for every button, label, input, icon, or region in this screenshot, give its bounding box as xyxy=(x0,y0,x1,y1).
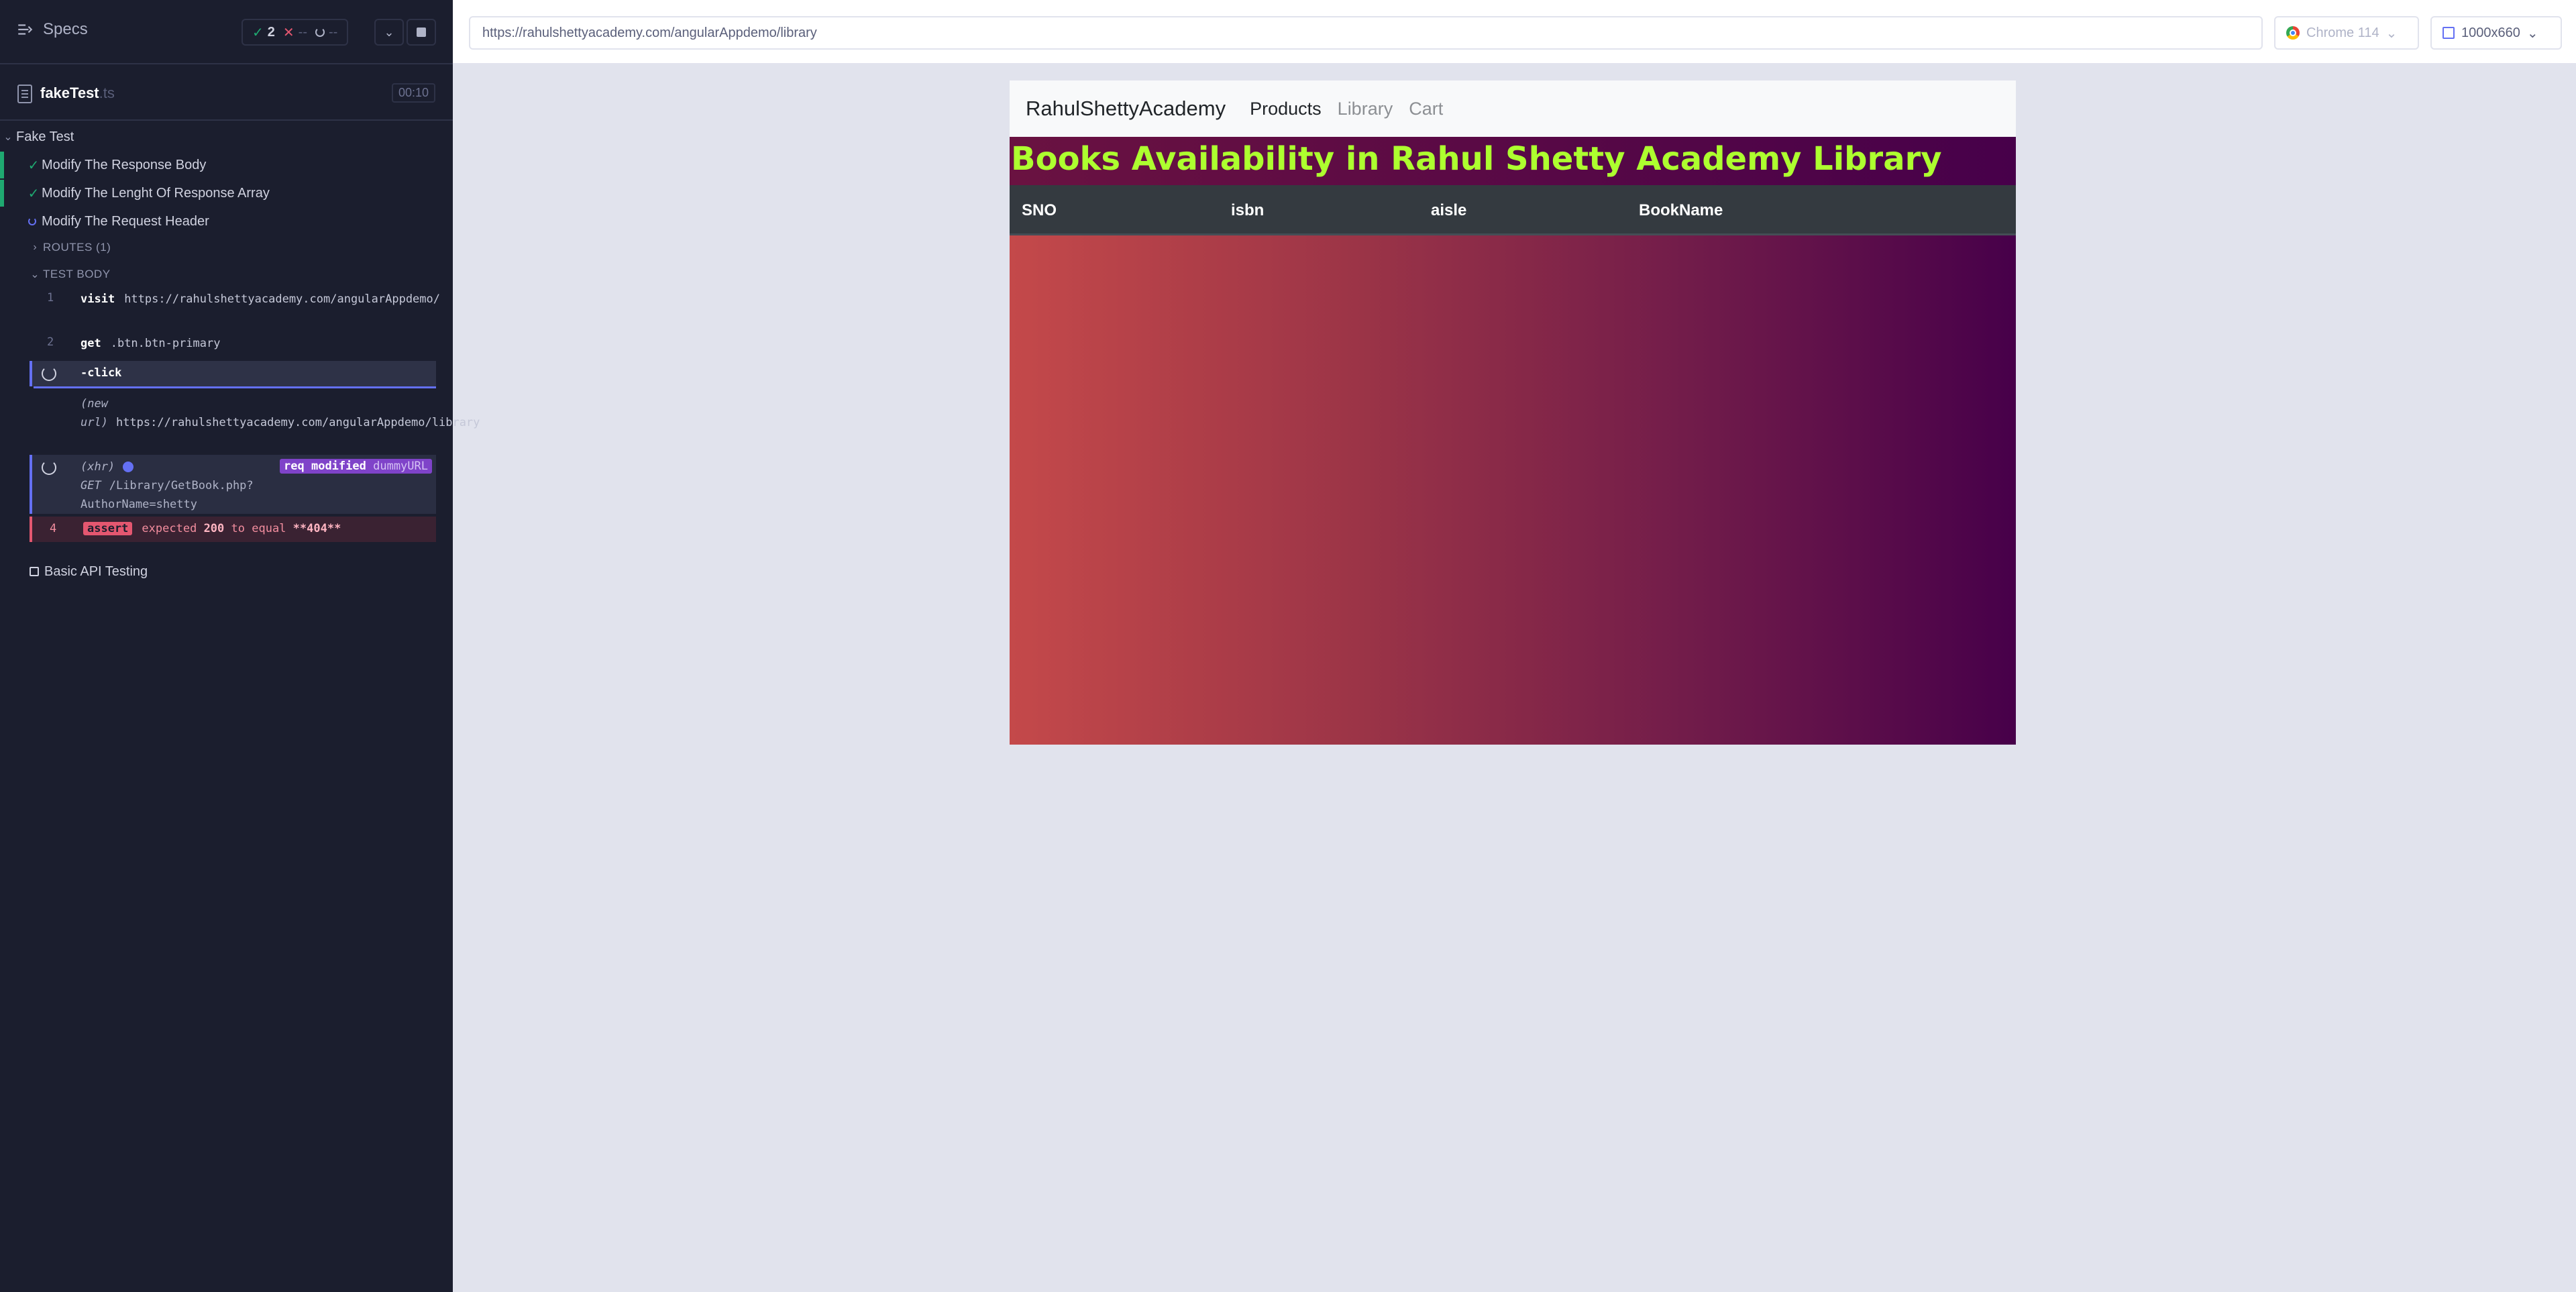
pending-spinner-icon xyxy=(315,28,325,37)
options-dropdown-button[interactable]: ⌄ xyxy=(374,19,404,46)
request-status-dot-icon xyxy=(123,462,134,472)
chevron-down-icon: ⌄ xyxy=(3,131,13,143)
column-header-isbn: isbn xyxy=(1231,201,1265,219)
stop-icon xyxy=(417,28,426,37)
test-stats: ✓ 2 ✕ -- -- xyxy=(241,19,349,46)
not-run-icon xyxy=(30,567,39,576)
chrome-icon xyxy=(2286,26,2300,40)
app-navbar: RahulShettyAcademy Products Library Cart xyxy=(1010,80,2016,137)
chevron-right-icon: › xyxy=(33,241,37,253)
chevron-down-icon: ⌄ xyxy=(2385,25,2398,41)
check-icon: ✓ xyxy=(28,158,40,173)
command-xhr[interactable]: (xhr)GET/Library/GetBook.php?AuthorName=… xyxy=(30,455,436,514)
command-click[interactable]: -click xyxy=(30,361,436,386)
url-input[interactable]: https://rahulshettyacademy.com/angularAp… xyxy=(469,16,2263,50)
test-item[interactable]: ✓ Modify The Response Body xyxy=(0,154,453,176)
command-visit[interactable]: 1 visit https://rahulshettyacademy.com/an… xyxy=(30,287,440,326)
aut-url-bar: https://rahulshettyacademy.com/angularAp… xyxy=(453,0,2576,64)
nav-link-library[interactable]: Library xyxy=(1338,99,1393,119)
check-icon: ✓ xyxy=(252,25,264,40)
stop-button[interactable] xyxy=(407,19,436,46)
command-new-url[interactable]: (new url) https://rahulshettyacademy.com/… xyxy=(30,392,480,449)
chevron-down-icon: ⌄ xyxy=(30,269,40,280)
run-duration: 00:10 xyxy=(391,83,435,103)
nav-link-cart[interactable]: Cart xyxy=(1409,99,1443,119)
column-header-bookname: BookName xyxy=(1639,201,1723,219)
x-icon: ✕ xyxy=(282,25,294,40)
viewport-icon xyxy=(2443,27,2455,39)
page-heading: Books Availability in Rahul Shetty Acade… xyxy=(1010,137,2016,185)
reporter-header: Specs ✓ 2 ✕ -- -- ⌄ xyxy=(0,0,453,64)
nav-link-products[interactable]: Products xyxy=(1250,99,1322,119)
viewport-selector[interactable]: 1000x660 ⌄ xyxy=(2430,16,2562,50)
column-header-aisle: aisle xyxy=(1431,201,1467,219)
file-icon xyxy=(17,85,32,103)
running-spinner-icon xyxy=(28,217,36,225)
routes-toggle[interactable]: › ROUTES (1) xyxy=(0,237,453,258)
suite-fake-test[interactable]: ⌄ Fake Test xyxy=(0,126,453,148)
column-header-sno: SNO xyxy=(1022,201,1057,219)
test-item[interactable]: ✓ Modify The Lenght Of Response Array xyxy=(0,182,453,204)
test-body-toggle[interactable]: ⌄ TEST BODY xyxy=(0,264,453,284)
navbar-brand[interactable]: RahulShettyAcademy xyxy=(1026,97,1226,121)
chevron-down-icon: ⌄ xyxy=(384,25,394,39)
req-modified-badge: req modified dummyURL xyxy=(280,459,432,474)
pending-count: -- xyxy=(315,25,337,40)
app-under-test: RahulShettyAcademy Products Library Cart… xyxy=(1010,80,2016,745)
active-command-divider xyxy=(34,386,436,388)
xhr-spinner-icon xyxy=(42,460,56,475)
command-assert-error[interactable]: 4 assert expected 200 to equal **404** xyxy=(30,517,436,542)
spec-file-header: fakeTest.ts 00:10 xyxy=(0,67,453,121)
command-spinner-icon xyxy=(42,366,56,381)
command-get[interactable]: 2 get .btn.btn-primary xyxy=(30,333,436,354)
passed-count: ✓ 2 xyxy=(252,24,275,40)
test-item-basic-api[interactable]: Basic API Testing xyxy=(0,561,453,582)
chevron-down-icon: ⌄ xyxy=(2526,25,2538,41)
test-item-running[interactable]: Modify The Request Header xyxy=(0,211,453,232)
specs-toggle[interactable]: Specs xyxy=(16,20,88,39)
specs-list-icon xyxy=(18,24,33,35)
failed-count: ✕ -- xyxy=(282,24,307,40)
reporter-sidebar: Specs ✓ 2 ✕ -- -- ⌄ fakeTest.ts 00:10 ⌄ Fa… xyxy=(0,0,480,1292)
browser-selector[interactable]: Chrome 114 ⌄ xyxy=(2274,16,2419,50)
books-table-header: SNO isbn aisle BookName xyxy=(1010,185,2016,235)
spec-file-name[interactable]: fakeTest.ts xyxy=(40,85,115,102)
specs-label: Specs xyxy=(43,20,88,38)
check-icon: ✓ xyxy=(28,186,40,201)
